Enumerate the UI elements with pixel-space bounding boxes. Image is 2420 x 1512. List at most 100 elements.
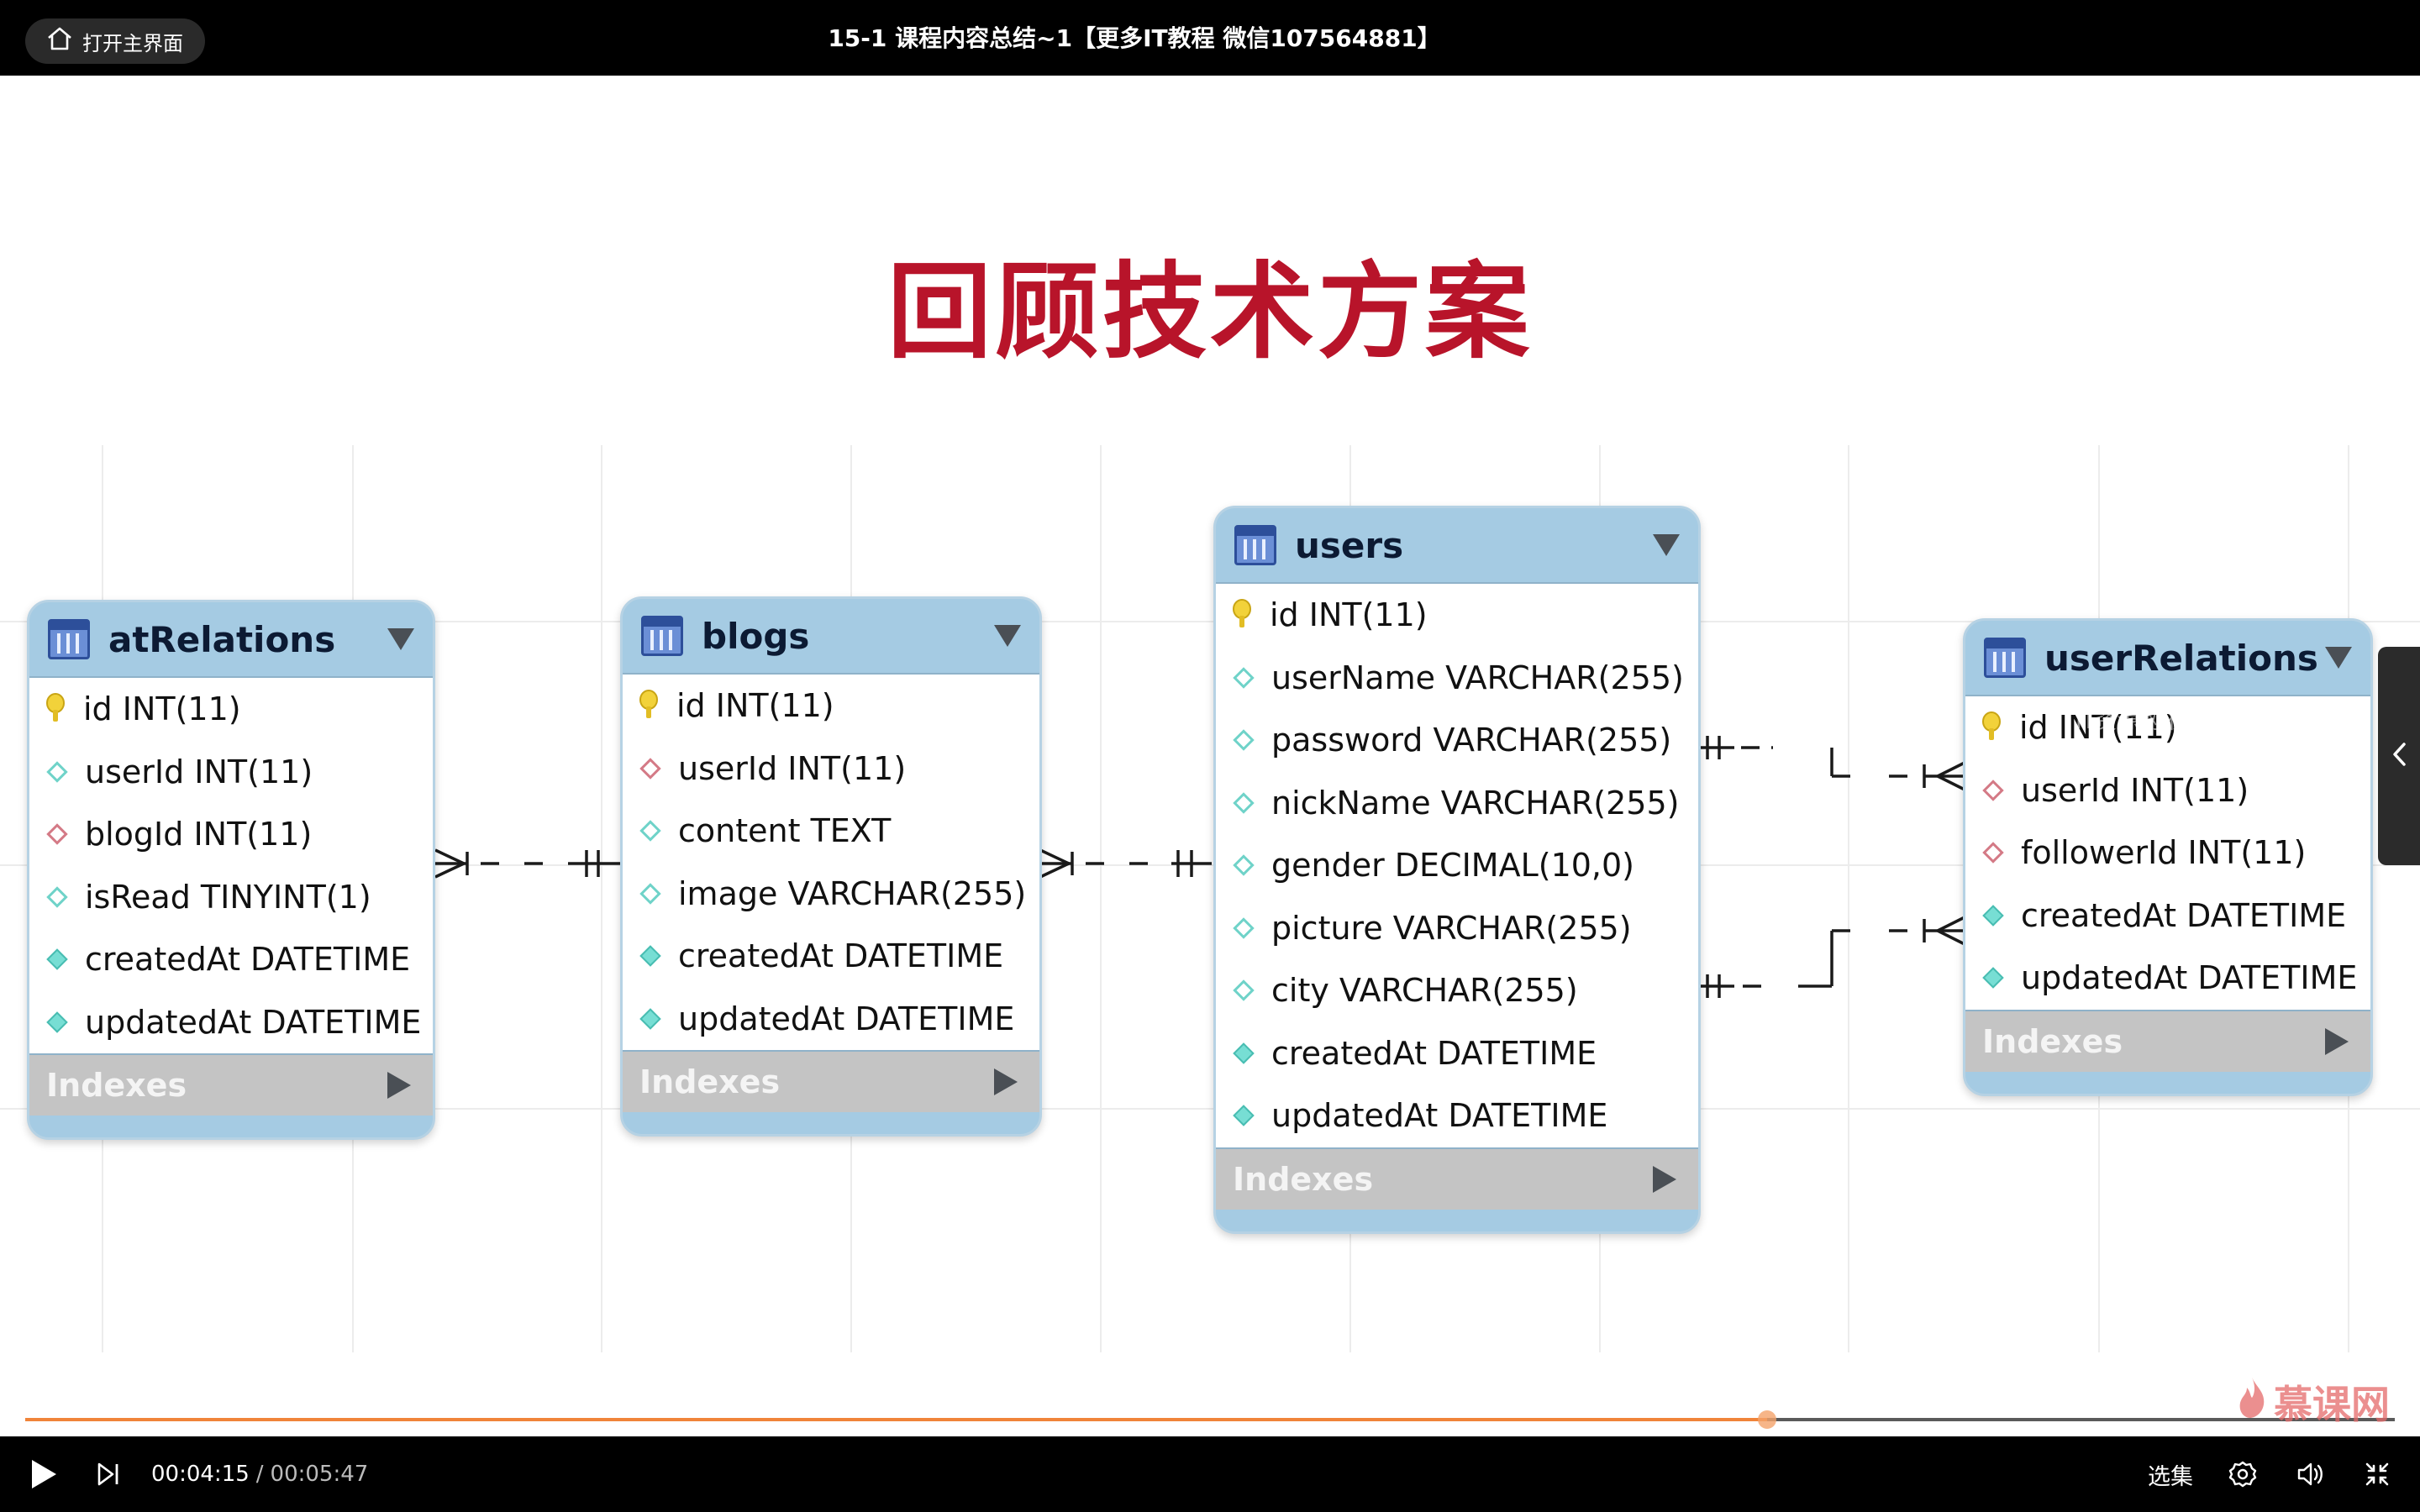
- column-row[interactable]: city VARCHAR(255): [1216, 959, 1698, 1022]
- column-label: id INT(11): [676, 687, 834, 725]
- column-icon: [1233, 667, 1255, 689]
- progress-bar[interactable]: [25, 1410, 2395, 1429]
- column-row[interactable]: password VARCHAR(255): [1216, 709, 1698, 772]
- table-footer: [1216, 1210, 1698, 1231]
- column-row[interactable]: content TEXT: [623, 800, 1039, 863]
- column-row[interactable]: createdAt DATETIME: [1965, 885, 2370, 948]
- indexes-section[interactable]: Indexes: [29, 1055, 433, 1116]
- column-label: isRead TINYINT(1): [85, 878, 371, 916]
- expand-arrow-icon[interactable]: [2325, 1027, 2349, 1055]
- table-userrelations[interactable]: userRelations id INT(11) userId INT(11) fol…: [1963, 618, 2373, 1096]
- column-row[interactable]: updatedAt DATETIME: [29, 991, 433, 1054]
- column-label: city VARCHAR(255): [1271, 972, 1578, 1010]
- column-row[interactable]: userName VARCHAR(255): [1216, 647, 1698, 710]
- foreign-key-icon: [639, 758, 661, 780]
- table-header[interactable]: users: [1216, 508, 1698, 582]
- side-panel-toggle[interactable]: [2378, 647, 2420, 865]
- column-label: createdAt DATETIME: [85, 941, 411, 979]
- primary-key-icon: [638, 690, 660, 722]
- column-row[interactable]: image VARCHAR(255): [623, 863, 1039, 926]
- column-label: id INT(11): [83, 690, 241, 728]
- column-row[interactable]: id INT(11): [29, 678, 433, 741]
- column-row[interactable]: userId INT(11): [623, 738, 1039, 801]
- foreign-key-icon: [46, 823, 68, 845]
- column-row[interactable]: blogId INT(11): [29, 803, 433, 866]
- column-label: nickName VARCHAR(255): [1271, 784, 1680, 822]
- column-label: updatedAt DATETIME: [85, 1003, 422, 1041]
- not-null-column-icon: [46, 948, 68, 970]
- expand-arrow-icon[interactable]: [994, 1068, 1018, 1095]
- table-atrelations[interactable]: atRelations id INT(11) userId INT(11) blogI…: [27, 600, 435, 1140]
- column-row[interactable]: userId INT(11): [1965, 759, 2370, 822]
- play-button[interactable]: [20, 1436, 67, 1512]
- volume-button[interactable]: [2289, 1436, 2331, 1512]
- control-bar: 00:04:15 / 00:05:47 选集: [0, 1436, 2420, 1512]
- expand-arrow-icon[interactable]: [387, 1072, 411, 1099]
- column-label: userId INT(11): [85, 753, 313, 790]
- progress-handle[interactable]: [1757, 1410, 1776, 1429]
- column-icon: [1233, 792, 1255, 814]
- table-icon: [1984, 638, 2026, 678]
- indexes-section[interactable]: Indexes: [1965, 1011, 2370, 1072]
- table-columns: id INT(11) userName VARCHAR(255) password …: [1216, 582, 1698, 1149]
- brand-logo-text: 慕课网: [2274, 1382, 2390, 1427]
- column-icon: [1233, 854, 1255, 876]
- settings-button[interactable]: [2222, 1436, 2264, 1512]
- settings-icon: [2228, 1460, 2257, 1488]
- column-icon: [639, 820, 661, 842]
- time-separator: /: [255, 1462, 264, 1487]
- not-null-column-icon: [1233, 1105, 1255, 1126]
- collapse-caret-icon[interactable]: [994, 625, 1021, 647]
- next-button[interactable]: [87, 1436, 129, 1512]
- column-label: createdAt DATETIME: [678, 937, 1004, 975]
- expand-arrow-icon[interactable]: [1653, 1165, 1676, 1193]
- indexes-section[interactable]: Indexes: [623, 1052, 1039, 1112]
- column-row[interactable]: updatedAt DATETIME: [623, 988, 1039, 1051]
- column-row[interactable]: picture VARCHAR(255): [1216, 897, 1698, 960]
- table-name: atRelations: [108, 618, 336, 660]
- table-columns: id INT(11) userId INT(11) content TEXT imag…: [623, 673, 1039, 1052]
- collapse-caret-icon[interactable]: [387, 628, 414, 650]
- table-name: userRelations: [2044, 637, 2318, 679]
- select-episodes-button[interactable]: 选集: [2148, 1436, 2193, 1512]
- column-icon: [46, 761, 68, 783]
- column-row[interactable]: createdAt DATETIME: [1216, 1022, 1698, 1085]
- table-header[interactable]: userRelations: [1965, 621, 2370, 695]
- column-row[interactable]: gender DECIMAL(10,0): [1216, 834, 1698, 897]
- column-row[interactable]: createdAt DATETIME: [623, 925, 1039, 988]
- column-row[interactable]: updatedAt DATETIME: [1965, 947, 2370, 1010]
- exit-fullscreen-button[interactable]: [2356, 1436, 2398, 1512]
- indexes-label: Indexes: [46, 1067, 187, 1104]
- top-bar: 打开主界面 15-1 课程内容总结~1【更多IT教程 微信107564881】: [0, 0, 2420, 76]
- column-row[interactable]: nickName VARCHAR(255): [1216, 772, 1698, 835]
- column-label: createdAt DATETIME: [2021, 896, 2347, 934]
- column-label: updatedAt DATETIME: [678, 1000, 1015, 1037]
- column-icon: [1233, 979, 1255, 1001]
- indexes-section[interactable]: Indexes: [1216, 1148, 1698, 1210]
- table-columns: id INT(11) userId INT(11) followerId INT(1…: [1965, 695, 2370, 1011]
- collapse-caret-icon[interactable]: [2325, 647, 2352, 669]
- video-player: 打开主界面 15-1 课程内容总结~1【更多IT教程 微信107564881】 …: [0, 0, 2420, 1512]
- foreign-key-icon: [1982, 780, 2004, 801]
- table-header[interactable]: blogs: [623, 599, 1039, 673]
- column-label: followerId INT(11): [2021, 834, 2307, 872]
- table-blogs[interactable]: blogs id INT(11) userId INT(11) content TEX…: [620, 596, 1042, 1137]
- video-title: 15-1 课程内容总结~1【更多IT教程 微信107564881】: [828, 24, 1441, 52]
- column-row[interactable]: id INT(11): [623, 675, 1039, 738]
- column-row[interactable]: userId INT(11): [29, 741, 433, 804]
- column-row[interactable]: followerId INT(11): [1965, 822, 2370, 885]
- play-icon: [29, 1457, 59, 1491]
- table-users[interactable]: users id INT(11) userName VARCHAR(255) pass…: [1213, 506, 1701, 1234]
- collapse-caret-icon[interactable]: [1653, 534, 1680, 556]
- table-header[interactable]: atRelations: [29, 602, 433, 676]
- column-row[interactable]: id INT(11): [1216, 584, 1698, 647]
- column-row[interactable]: createdAt DATETIME: [29, 928, 433, 991]
- column-label: gender DECIMAL(10,0): [1271, 847, 1635, 885]
- table-icon: [48, 619, 90, 659]
- indexes-label: Indexes: [1233, 1160, 1374, 1198]
- column-label: updatedAt DATETIME: [2021, 959, 2358, 997]
- column-label: password VARCHAR(255): [1271, 722, 1672, 759]
- column-row[interactable]: updatedAt DATETIME: [1216, 1084, 1698, 1147]
- not-null-column-icon: [639, 945, 661, 967]
- column-row[interactable]: isRead TINYINT(1): [29, 866, 433, 929]
